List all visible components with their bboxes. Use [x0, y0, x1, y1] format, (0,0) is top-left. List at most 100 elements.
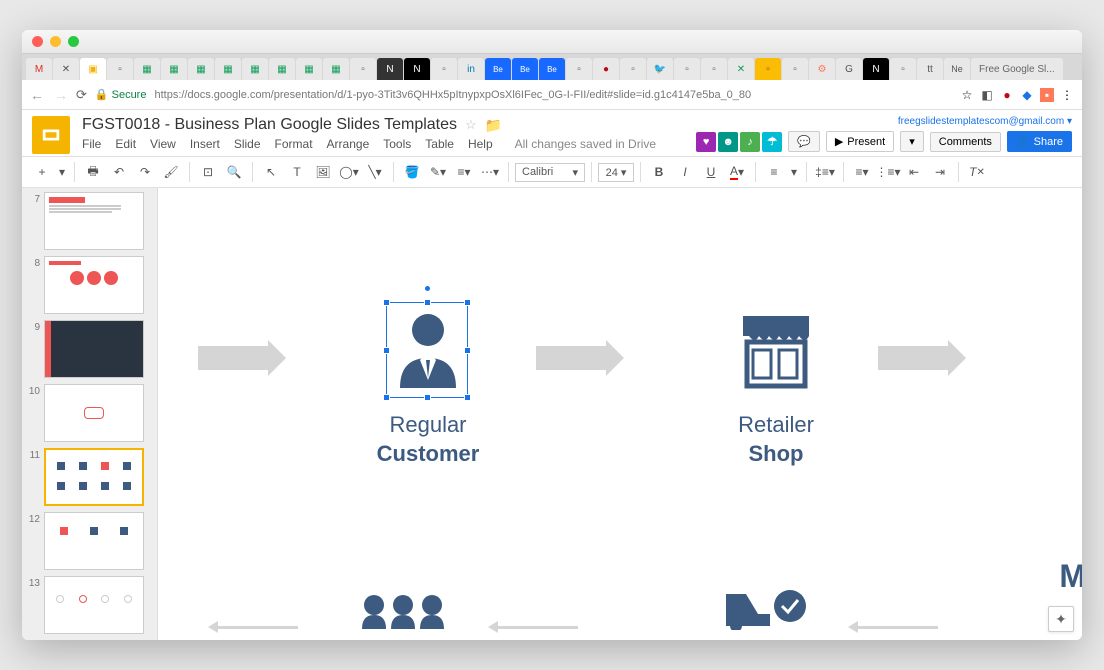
shop-label[interactable]: Retailer Shop — [706, 411, 846, 468]
align-button[interactable]: ≡ — [762, 160, 786, 184]
slides-logo[interactable] — [32, 116, 70, 154]
url-field[interactable]: https://docs.google.com/presentation/d/1… — [154, 89, 952, 101]
border-dash-button[interactable]: ⋯▾ — [478, 160, 502, 184]
browser-tab[interactable]: ⚙ — [809, 58, 835, 80]
browser-tab[interactable]: ▦ — [188, 58, 214, 80]
browser-tab[interactable]: ▦ — [269, 58, 295, 80]
browser-tab[interactable]: N — [863, 58, 889, 80]
browser-tab[interactable]: ▦ — [242, 58, 268, 80]
browser-tab[interactable]: ▫ — [890, 58, 916, 80]
arrow-icon[interactable] — [536, 346, 606, 370]
reload-button[interactable]: ⟳ — [76, 87, 87, 103]
star-icon[interactable]: ☆ — [960, 88, 974, 102]
present-button[interactable]: ▶ Present — [826, 131, 894, 152]
collaborator-avatar[interactable]: ♥ — [696, 132, 716, 152]
slide-thumbnail[interactable] — [44, 192, 144, 250]
menu-arrange[interactable]: Arrange — [327, 137, 370, 151]
decrease-indent-button[interactable]: ⇤ — [902, 160, 926, 184]
resize-handle[interactable] — [464, 299, 471, 306]
slide-thumbnail[interactable] — [44, 512, 144, 570]
menu-format[interactable]: Format — [275, 137, 313, 151]
browser-tab[interactable]: M — [26, 58, 52, 80]
browser-tab[interactable]: Be — [539, 58, 565, 80]
arrow-left-icon[interactable] — [498, 626, 578, 629]
chat-button[interactable]: 💬 — [788, 131, 820, 152]
rotate-handle[interactable] — [424, 285, 431, 292]
browser-tab[interactable]: ▫ — [350, 58, 376, 80]
browser-tab[interactable]: ✕ — [53, 58, 79, 80]
arrow-icon[interactable] — [878, 346, 948, 370]
zoom-button[interactable]: 🔍 — [222, 160, 246, 184]
slide-thumbnail-active[interactable] — [44, 448, 144, 506]
collaborator-avatar[interactable]: ☂ — [762, 132, 782, 152]
browser-tab-active[interactable]: ▣ — [80, 58, 106, 80]
browser-tab[interactable]: Ne — [944, 58, 970, 80]
browser-tab[interactable]: Free Google Sl... — [971, 58, 1063, 80]
browser-tab[interactable]: ▫ — [107, 58, 133, 80]
comments-button[interactable]: Comments — [930, 132, 1001, 152]
browser-tab[interactable]: ▦ — [161, 58, 187, 80]
browser-tab[interactable]: tt — [917, 58, 943, 80]
close-window-button[interactable] — [32, 36, 43, 47]
present-dropdown[interactable]: ▾ — [900, 131, 924, 152]
arrow-left-icon[interactable] — [218, 626, 298, 629]
clear-formatting-button[interactable]: T✕ — [965, 160, 989, 184]
font-family-select[interactable]: Calibri▾ — [515, 163, 585, 182]
browser-menu-icon[interactable]: ⋮ — [1060, 88, 1074, 102]
arrow-icon[interactable] — [198, 346, 268, 370]
border-weight-button[interactable]: ≡▾ — [452, 160, 476, 184]
browser-tab[interactable]: ▦ — [296, 58, 322, 80]
print-button[interactable]: 🖶 — [81, 160, 105, 184]
delivery-check-icon[interactable] — [718, 586, 808, 630]
resize-handle[interactable] — [424, 394, 431, 401]
resize-handle[interactable] — [383, 299, 390, 306]
folder-icon[interactable]: 📁 — [485, 117, 502, 134]
explore-button[interactable]: ✦ — [1048, 606, 1074, 632]
menu-file[interactable]: File — [82, 137, 101, 151]
browser-tab[interactable]: ✕ — [728, 58, 754, 80]
browser-tab[interactable]: N — [377, 58, 403, 80]
arrow-left-icon[interactable] — [858, 626, 938, 629]
new-slide-dropdown[interactable]: ▾ — [56, 160, 68, 184]
browser-tab[interactable]: Be — [485, 58, 511, 80]
resize-handle[interactable] — [383, 394, 390, 401]
menu-edit[interactable]: Edit — [115, 137, 136, 151]
underline-button[interactable]: U — [699, 160, 723, 184]
font-size-select[interactable]: 24 ▾ — [598, 163, 634, 182]
undo-button[interactable]: ↶ — [107, 160, 131, 184]
browser-tab[interactable]: N — [404, 58, 430, 80]
italic-button[interactable]: I — [673, 160, 697, 184]
browser-tab[interactable]: ▦ — [215, 58, 241, 80]
minimize-window-button[interactable] — [50, 36, 61, 47]
secure-indicator[interactable]: 🔒 Secure — [95, 88, 147, 101]
document-title[interactable]: FGST0018 - Business Plan Google Slides T… — [82, 116, 457, 134]
new-slide-button[interactable]: + — [30, 160, 54, 184]
redo-button[interactable]: ↷ — [133, 160, 157, 184]
resize-handle[interactable] — [464, 347, 471, 354]
menu-help[interactable]: Help — [468, 137, 493, 151]
slide-canvas[interactable]: Regular Customer — [158, 188, 1082, 640]
resize-handle[interactable] — [464, 394, 471, 401]
menu-table[interactable]: Table — [425, 137, 454, 151]
extension-icon[interactable]: ◧ — [980, 88, 994, 102]
user-account-link[interactable]: freegslidestemplatescom@gmail.com ▾ — [898, 116, 1072, 127]
browser-tab[interactable]: ▫ — [431, 58, 457, 80]
browser-tab[interactable]: ▫ — [566, 58, 592, 80]
back-button[interactable]: ← — [30, 87, 44, 103]
maximize-window-button[interactable] — [68, 36, 79, 47]
browser-tab[interactable]: Be — [512, 58, 538, 80]
browser-tab[interactable]: ▫ — [782, 58, 808, 80]
customer-label[interactable]: Regular Customer — [358, 411, 498, 468]
collaborator-avatar[interactable]: ☻ — [718, 132, 738, 152]
collaborator-avatar[interactable]: ♪ — [740, 132, 760, 152]
slide-thumbnail[interactable] — [44, 320, 144, 378]
browser-tab[interactable]: G — [836, 58, 862, 80]
textbox-tool[interactable]: T — [285, 160, 309, 184]
numbered-list-button[interactable]: ≡▾ — [850, 160, 874, 184]
resize-handle[interactable] — [383, 347, 390, 354]
slide-panel[interactable]: 7 8 9 10 11 12 13 14 — [22, 188, 158, 640]
extension-icon[interactable]: ▪ — [1040, 88, 1054, 102]
shop-icon[interactable] — [733, 308, 819, 394]
increase-indent-button[interactable]: ⇥ — [928, 160, 952, 184]
zoom-fit-button[interactable]: ⊡ — [196, 160, 220, 184]
